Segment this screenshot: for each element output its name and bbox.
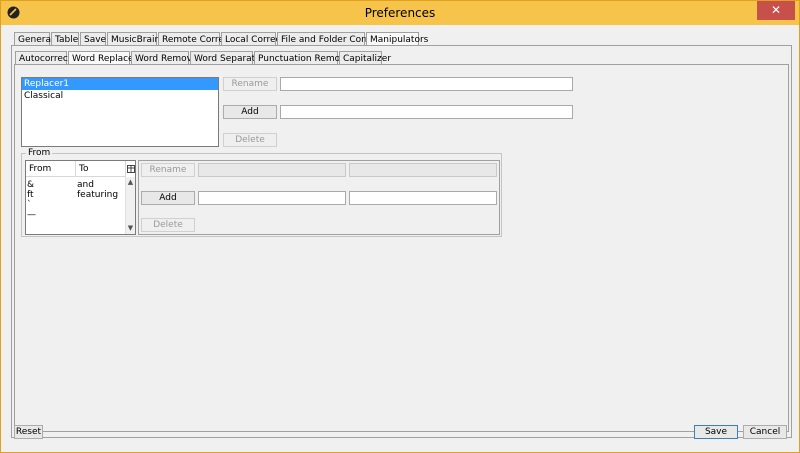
close-icon: ✕ — [770, 3, 782, 17]
title-bar[interactable]: Preferences ✕ — [1, 1, 799, 25]
column-header-to[interactable]: To — [76, 161, 126, 177]
tab-file-folder-correct[interactable]: File and Folder Correct — [277, 32, 382, 46]
cancel-button[interactable]: Cancel — [743, 425, 787, 439]
manipulators-panel: Autocorrector Word Replacer Word Remover… — [11, 45, 792, 438]
row-add-button[interactable]: Add — [141, 191, 195, 205]
replacement-edit-panel: Rename Add Delete — [138, 160, 500, 235]
subtab-capitalizer[interactable]: Capitalizer — [339, 51, 391, 65]
subtab-autocorrector[interactable]: Autocorrector — [15, 51, 81, 65]
tab-table[interactable]: Table — [51, 32, 79, 46]
add-from-input[interactable] — [198, 191, 346, 205]
group-label: From — [26, 148, 53, 158]
column-settings-icon[interactable] — [127, 165, 135, 173]
rename-to-input[interactable] — [349, 163, 497, 177]
tab-manipulators[interactable]: Manipulators — [366, 32, 428, 46]
window-title: Preferences — [364, 6, 436, 20]
add-to-input[interactable] — [349, 191, 497, 205]
table-row-from[interactable]: — — [27, 210, 36, 220]
add-button[interactable]: Add — [223, 105, 277, 119]
subtab-word-remover[interactable]: Word Remover — [131, 51, 201, 65]
subtab-word-separator[interactable]: Word Separator — [190, 51, 264, 65]
table-row-from[interactable]: ft — [27, 190, 34, 200]
tab-local-correct[interactable]: Local Correct — [221, 32, 284, 46]
delete-button[interactable]: Delete — [223, 133, 277, 147]
content-area: General Table Save MusicBrainz Remote Co… — [8, 26, 792, 444]
subtab-punctuation-remover[interactable]: Punctuation Remover — [254, 51, 355, 65]
word-replacer-panel: Replacer1 Classical Rename Add Delete Fr… — [14, 64, 789, 432]
tab-remote-correct[interactable]: Remote Correct — [158, 32, 232, 46]
column-header-from[interactable]: From — [26, 161, 76, 177]
row-delete-button[interactable]: Delete — [141, 218, 195, 232]
add-input[interactable] — [280, 105, 573, 119]
tab-musicbrainz[interactable]: MusicBrainz — [107, 32, 165, 46]
tab-general[interactable]: General — [14, 32, 53, 46]
replacer-list[interactable]: Replacer1 Classical — [21, 77, 219, 147]
replacements-table[interactable]: From To & and ft featuring ` — ▲ ▼ — [25, 160, 136, 235]
rename-from-input[interactable] — [198, 163, 346, 177]
save-button[interactable]: Save — [694, 425, 738, 439]
subtab-word-replacer[interactable]: Word Replacer — [68, 51, 137, 65]
table-row-from[interactable]: ` — [27, 200, 32, 210]
from-group: From From To & and ft featuring ` — ▲ ▼ … — [21, 148, 502, 237]
preferences-window: Preferences ✕ General Table Save MusicBr… — [0, 0, 800, 453]
tab-save[interactable]: Save — [80, 32, 106, 46]
table-scrollbar[interactable]: ▲ ▼ — [125, 177, 135, 234]
rename-button[interactable]: Rename — [223, 77, 277, 91]
table-row-to[interactable]: and — [77, 180, 94, 190]
close-button[interactable]: ✕ — [757, 1, 795, 20]
rename-input[interactable] — [280, 77, 573, 91]
table-row-from[interactable]: & — [27, 180, 34, 190]
row-rename-button[interactable]: Rename — [141, 163, 195, 177]
table-row-to[interactable]: featuring — [77, 190, 118, 200]
list-item[interactable]: Replacer1 — [22, 78, 218, 90]
list-item[interactable]: Classical — [22, 90, 218, 102]
reset-button[interactable]: Reset — [14, 425, 43, 439]
scroll-down-icon[interactable]: ▼ — [126, 224, 135, 233]
scroll-up-icon[interactable]: ▲ — [126, 178, 135, 187]
